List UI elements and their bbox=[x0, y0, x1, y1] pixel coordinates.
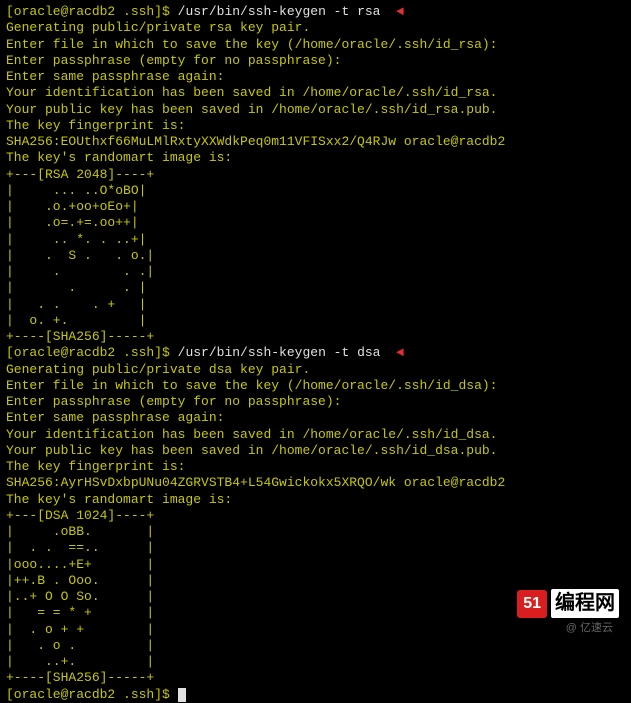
randomart-line: | .. *. . ..+| bbox=[6, 232, 625, 248]
output-line: Your public key has been saved in /home/… bbox=[6, 102, 625, 118]
randomart-line: |++.B . Ooo. | bbox=[6, 573, 625, 589]
logo-badge: 51 bbox=[517, 590, 547, 618]
watermark: @ 亿速云 bbox=[566, 622, 613, 636]
output-line: Enter same passphrase again: bbox=[6, 410, 625, 426]
output-line: Enter passphrase (empty for no passphras… bbox=[6, 394, 625, 410]
output-line: Your identification has been saved in /h… bbox=[6, 427, 625, 443]
output-line: Generating public/private dsa key pair. bbox=[6, 362, 625, 378]
output-line: Enter same passphrase again: bbox=[6, 69, 625, 85]
cursor-icon bbox=[178, 688, 186, 702]
output-line: The key fingerprint is: bbox=[6, 118, 625, 134]
output-line: Enter passphrase (empty for no passphras… bbox=[6, 53, 625, 69]
prompt-line-rsa: [oracle@racdb2 .ssh]$ /usr/bin/ssh-keyge… bbox=[6, 4, 625, 20]
randomart-line: |ooo....+E+ | bbox=[6, 557, 625, 573]
logo-text: 编程网 bbox=[551, 589, 619, 618]
output-line: SHA256:EOUthxf66MuLMlRxtyXXWdkPeq0m11VFI… bbox=[6, 134, 625, 150]
output-line: The key's randomart image is: bbox=[6, 492, 625, 508]
prompt-line-dsa: [oracle@racdb2 .ssh]$ /usr/bin/ssh-keyge… bbox=[6, 345, 625, 361]
output-line: SHA256:AyrHSvDxbpUNu04ZGRVSTB4+L54Gwicko… bbox=[6, 475, 625, 491]
output-line: Your public key has been saved in /home/… bbox=[6, 443, 625, 459]
output-line: The key's randomart image is: bbox=[6, 150, 625, 166]
shell-prompt: [oracle@racdb2 .ssh]$ bbox=[6, 345, 178, 360]
shell-prompt: [oracle@racdb2 .ssh]$ bbox=[6, 687, 178, 702]
randomart-line: | . o + + | bbox=[6, 622, 625, 638]
arrow-icon: ◄ bbox=[396, 345, 404, 360]
randomart-line: +----[SHA256]-----+ bbox=[6, 670, 625, 686]
arrow-icon: ◄ bbox=[396, 4, 404, 19]
randomart-line: | .oBB. | bbox=[6, 524, 625, 540]
randomart-line: | . . | bbox=[6, 280, 625, 296]
randomart-line: | . . ==.. | bbox=[6, 540, 625, 556]
output-line: Enter file in which to save the key (/ho… bbox=[6, 378, 625, 394]
output-line: Enter file in which to save the key (/ho… bbox=[6, 37, 625, 53]
randomart-line: | o. +. | bbox=[6, 313, 625, 329]
prompt-line-final[interactable]: [oracle@racdb2 .ssh]$ bbox=[6, 687, 625, 703]
shell-prompt: [oracle@racdb2 .ssh]$ bbox=[6, 4, 178, 19]
randomart-line: | . . . + | bbox=[6, 297, 625, 313]
output-line: The key fingerprint is: bbox=[6, 459, 625, 475]
randomart-line: +---[RSA 2048]----+ bbox=[6, 167, 625, 183]
site-logo: 51 编程网 bbox=[517, 589, 619, 618]
output-line: Your identification has been saved in /h… bbox=[6, 85, 625, 101]
randomart-line: | . S . . o.| bbox=[6, 248, 625, 264]
randomart-line: | ..+. | bbox=[6, 654, 625, 670]
randomart-line: | .o.+oo+oEo+| bbox=[6, 199, 625, 215]
command-rsa: /usr/bin/ssh-keygen -t rsa bbox=[178, 4, 381, 19]
randomart-line: | .o=.+=.oo++| bbox=[6, 215, 625, 231]
command-dsa: /usr/bin/ssh-keygen -t dsa bbox=[178, 345, 381, 360]
output-line: Generating public/private rsa key pair. bbox=[6, 20, 625, 36]
randomart-line: | . o . | bbox=[6, 638, 625, 654]
randomart-line: +----[SHA256]-----+ bbox=[6, 329, 625, 345]
randomart-line: | ... ..O*oBO| bbox=[6, 183, 625, 199]
randomart-line: | . . .| bbox=[6, 264, 625, 280]
randomart-line: +---[DSA 1024]----+ bbox=[6, 508, 625, 524]
